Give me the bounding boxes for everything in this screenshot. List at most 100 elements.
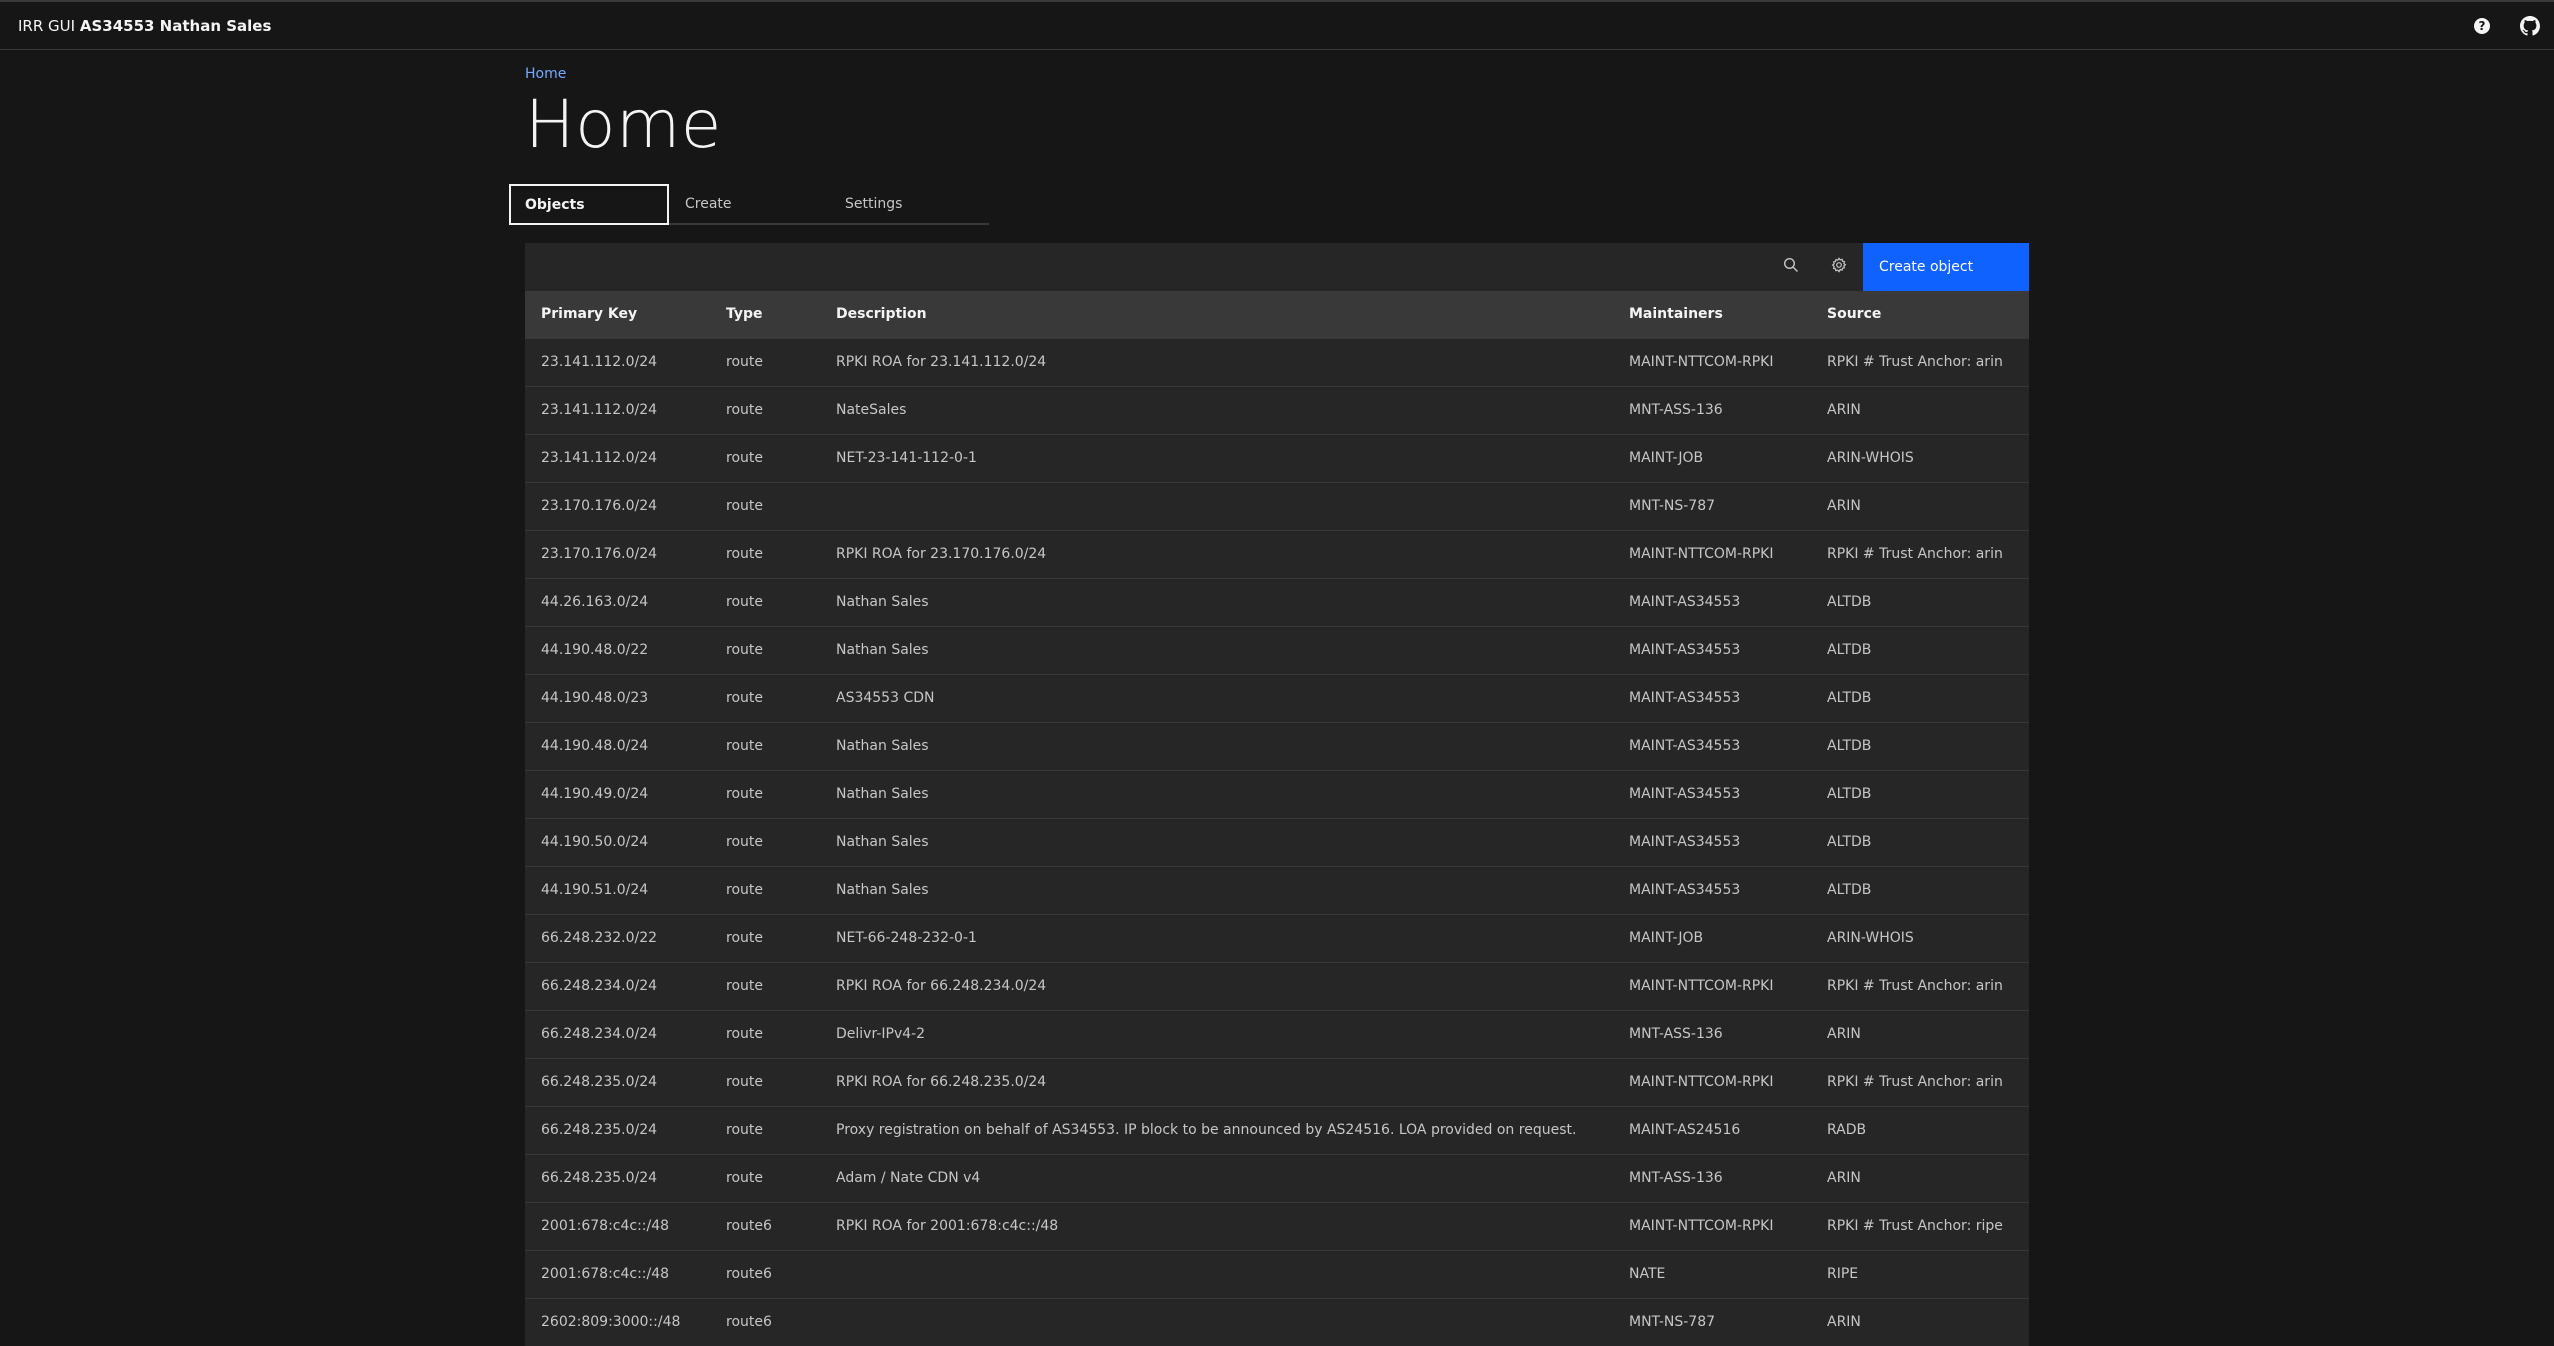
- table-toolbar: Create object: [525, 243, 2029, 291]
- cell-type: route6: [710, 1249, 820, 1298]
- help-icon[interactable]: ?: [2458, 2, 2506, 50]
- cell-maintainers: MAINT-NTTCOM-RPKI: [1613, 961, 1811, 1010]
- cell-maintainers: MNT-ASS-136: [1613, 1153, 1811, 1202]
- table-row[interactable]: 66.248.234.0/24 route RPKI ROA for 66.248.…: [525, 961, 2029, 1010]
- search-button[interactable]: [1767, 243, 1815, 291]
- cell-maintainers: MAINT-AS34553: [1613, 673, 1811, 722]
- cell-description: Nathan Sales: [820, 817, 1613, 866]
- cell-type: route: [710, 865, 820, 914]
- cell-maintainers: NATE: [1613, 1249, 1811, 1298]
- cell-source: RPKI # Trust Anchor: arin: [1811, 961, 2029, 1010]
- cell-source: ARIN: [1811, 1297, 2029, 1346]
- cell-type: route: [710, 1153, 820, 1202]
- table-row[interactable]: 23.170.176.0/24 route RPKI ROA for 23.170.…: [525, 529, 2029, 578]
- table-row[interactable]: 44.190.49.0/24 route Nathan Sales MAINT-AS3…: [525, 769, 2029, 818]
- cell-type: route: [710, 1009, 820, 1058]
- tab-create[interactable]: Create: [669, 184, 829, 225]
- cell-primary-key: 44.190.48.0/24: [525, 721, 710, 770]
- cell-source: ALTDB: [1811, 673, 2029, 722]
- table-settings-button[interactable]: [1815, 243, 1863, 291]
- table-row[interactable]: 2001:678:c4c::/48 route6 NATE RIPE: [525, 1249, 2029, 1298]
- cell-source: ALTDB: [1811, 769, 2029, 818]
- cell-primary-key: 44.190.50.0/24: [525, 817, 710, 866]
- cell-type: route: [710, 577, 820, 626]
- table-row[interactable]: 23.170.176.0/24 route MNT-NS-787 ARIN: [525, 481, 2029, 530]
- tab-settings[interactable]: Settings: [829, 184, 989, 225]
- cell-source: ARIN: [1811, 481, 2029, 530]
- app-brand[interactable]: IRR GUI AS34553 Nathan Sales: [18, 17, 271, 35]
- cell-primary-key: 44.190.49.0/24: [525, 769, 710, 818]
- column-header-description[interactable]: Description: [820, 291, 1613, 338]
- cell-description: NET-23-141-112-0-1: [820, 433, 1613, 482]
- cell-primary-key: 66.248.235.0/24: [525, 1105, 710, 1154]
- header-actions: ?: [2458, 2, 2554, 50]
- table-row[interactable]: 66.248.235.0/24 route Adam / Nate CDN v4 MN…: [525, 1153, 2029, 1202]
- page-title: Home: [525, 86, 722, 163]
- cell-source: ALTDB: [1811, 865, 2029, 914]
- cell-source: RPKI # Trust Anchor: arin: [1811, 529, 2029, 578]
- cell-maintainers: MAINT-AS34553: [1613, 769, 1811, 818]
- cell-description: NET-66-248-232-0-1: [820, 913, 1613, 962]
- cell-primary-key: 23.141.112.0/24: [525, 433, 710, 482]
- cell-description: Nathan Sales: [820, 865, 1613, 914]
- table-row[interactable]: 66.248.232.0/22 route NET-66-248-232-0-1 MA…: [525, 913, 2029, 962]
- cell-maintainers: MAINT-JOB: [1613, 913, 1811, 962]
- cell-source: ARIN-WHOIS: [1811, 433, 2029, 482]
- cell-description: AS34553 CDN: [820, 673, 1613, 722]
- breadcrumb: Home: [525, 66, 2029, 86]
- cell-primary-key: 23.170.176.0/24: [525, 481, 710, 530]
- cell-type: route: [710, 817, 820, 866]
- cell-description: [820, 1297, 1613, 1346]
- cell-primary-key: 2602:809:3000::/48: [525, 1297, 710, 1346]
- cell-primary-key: 66.248.234.0/24: [525, 961, 710, 1010]
- cell-maintainers: MAINT-AS34553: [1613, 865, 1811, 914]
- cell-source: RIPE: [1811, 1249, 2029, 1298]
- cell-primary-key: 2001:678:c4c::/48: [525, 1249, 710, 1298]
- svg-text:?: ?: [2479, 19, 2486, 33]
- cell-maintainers: MAINT-AS24516: [1613, 1105, 1811, 1154]
- cell-source: ARIN: [1811, 1153, 2029, 1202]
- cell-description: RPKI ROA for 2001:678:c4c::/48: [820, 1201, 1613, 1250]
- cell-source: ARIN: [1811, 1009, 2029, 1058]
- table-row[interactable]: 44.190.48.0/24 route Nathan Sales MAINT-AS3…: [525, 721, 2029, 770]
- cell-primary-key: 2001:678:c4c::/48: [525, 1201, 710, 1250]
- cell-description: [820, 1249, 1613, 1298]
- table-row[interactable]: 44.190.50.0/24 route Nathan Sales MAINT-AS3…: [525, 817, 2029, 866]
- cell-primary-key: 44.190.48.0/22: [525, 625, 710, 674]
- cell-primary-key: 23.170.176.0/24: [525, 529, 710, 578]
- github-icon[interactable]: [2506, 2, 2554, 50]
- table-row[interactable]: 66.248.235.0/24 route Proxy registration o…: [525, 1105, 2029, 1154]
- cell-source: ARIN-WHOIS: [1811, 913, 2029, 962]
- column-header-primary-key[interactable]: Primary Key: [525, 291, 710, 338]
- tab-list: Objects Create Settings: [509, 184, 989, 225]
- cell-description: Nathan Sales: [820, 577, 1613, 626]
- tab-objects[interactable]: Objects: [509, 184, 669, 225]
- table-row[interactable]: 23.141.112.0/24 route NET-23-141-112-0-1 MA…: [525, 433, 2029, 482]
- cell-maintainers: MAINT-AS34553: [1613, 577, 1811, 626]
- table-row[interactable]: 23.141.112.0/24 route RPKI ROA for 23.141.…: [525, 337, 2029, 386]
- cell-primary-key: 66.248.235.0/24: [525, 1153, 710, 1202]
- table-row[interactable]: 44.190.48.0/23 route AS34553 CDN MAINT-AS34…: [525, 673, 2029, 722]
- cell-maintainers: MAINT-NTTCOM-RPKI: [1613, 337, 1811, 386]
- table-row[interactable]: 44.26.163.0/24 route Nathan Sales MAINT-AS3…: [525, 577, 2029, 626]
- column-header-source[interactable]: Source: [1811, 291, 2029, 338]
- create-object-button[interactable]: Create object: [1863, 243, 2029, 291]
- table-row[interactable]: 44.190.48.0/22 route Nathan Sales MAINT-AS3…: [525, 625, 2029, 674]
- table-row[interactable]: 2001:678:c4c::/48 route6 RPKI ROA for 2001…: [525, 1201, 2029, 1250]
- cell-description: RPKI ROA for 66.248.235.0/24: [820, 1057, 1613, 1106]
- table-row[interactable]: 23.141.112.0/24 route NateSales MNT-ASS-136…: [525, 385, 2029, 434]
- cell-type: route: [710, 1105, 820, 1154]
- table-row[interactable]: 66.248.234.0/24 route Delivr-IPv4-2 MNT-ASS…: [525, 1009, 2029, 1058]
- cell-description: RPKI ROA for 23.170.176.0/24: [820, 529, 1613, 578]
- cell-source: ALTDB: [1811, 721, 2029, 770]
- table-row[interactable]: 44.190.51.0/24 route Nathan Sales MAINT-AS3…: [525, 865, 2029, 914]
- table-row[interactable]: 2602:809:3000::/48 route6 MNT-NS-787 ARIN: [525, 1297, 2029, 1346]
- column-header-type[interactable]: Type: [710, 291, 820, 338]
- cell-maintainers: MAINT-AS34553: [1613, 721, 1811, 770]
- cell-type: route: [710, 529, 820, 578]
- breadcrumb-home-link[interactable]: Home: [525, 66, 566, 82]
- column-header-maintainers[interactable]: Maintainers: [1613, 291, 1811, 338]
- table-row[interactable]: 66.248.235.0/24 route RPKI ROA for 66.248.…: [525, 1057, 2029, 1106]
- cell-description: RPKI ROA for 23.141.112.0/24: [820, 337, 1613, 386]
- cell-primary-key: 44.190.48.0/23: [525, 673, 710, 722]
